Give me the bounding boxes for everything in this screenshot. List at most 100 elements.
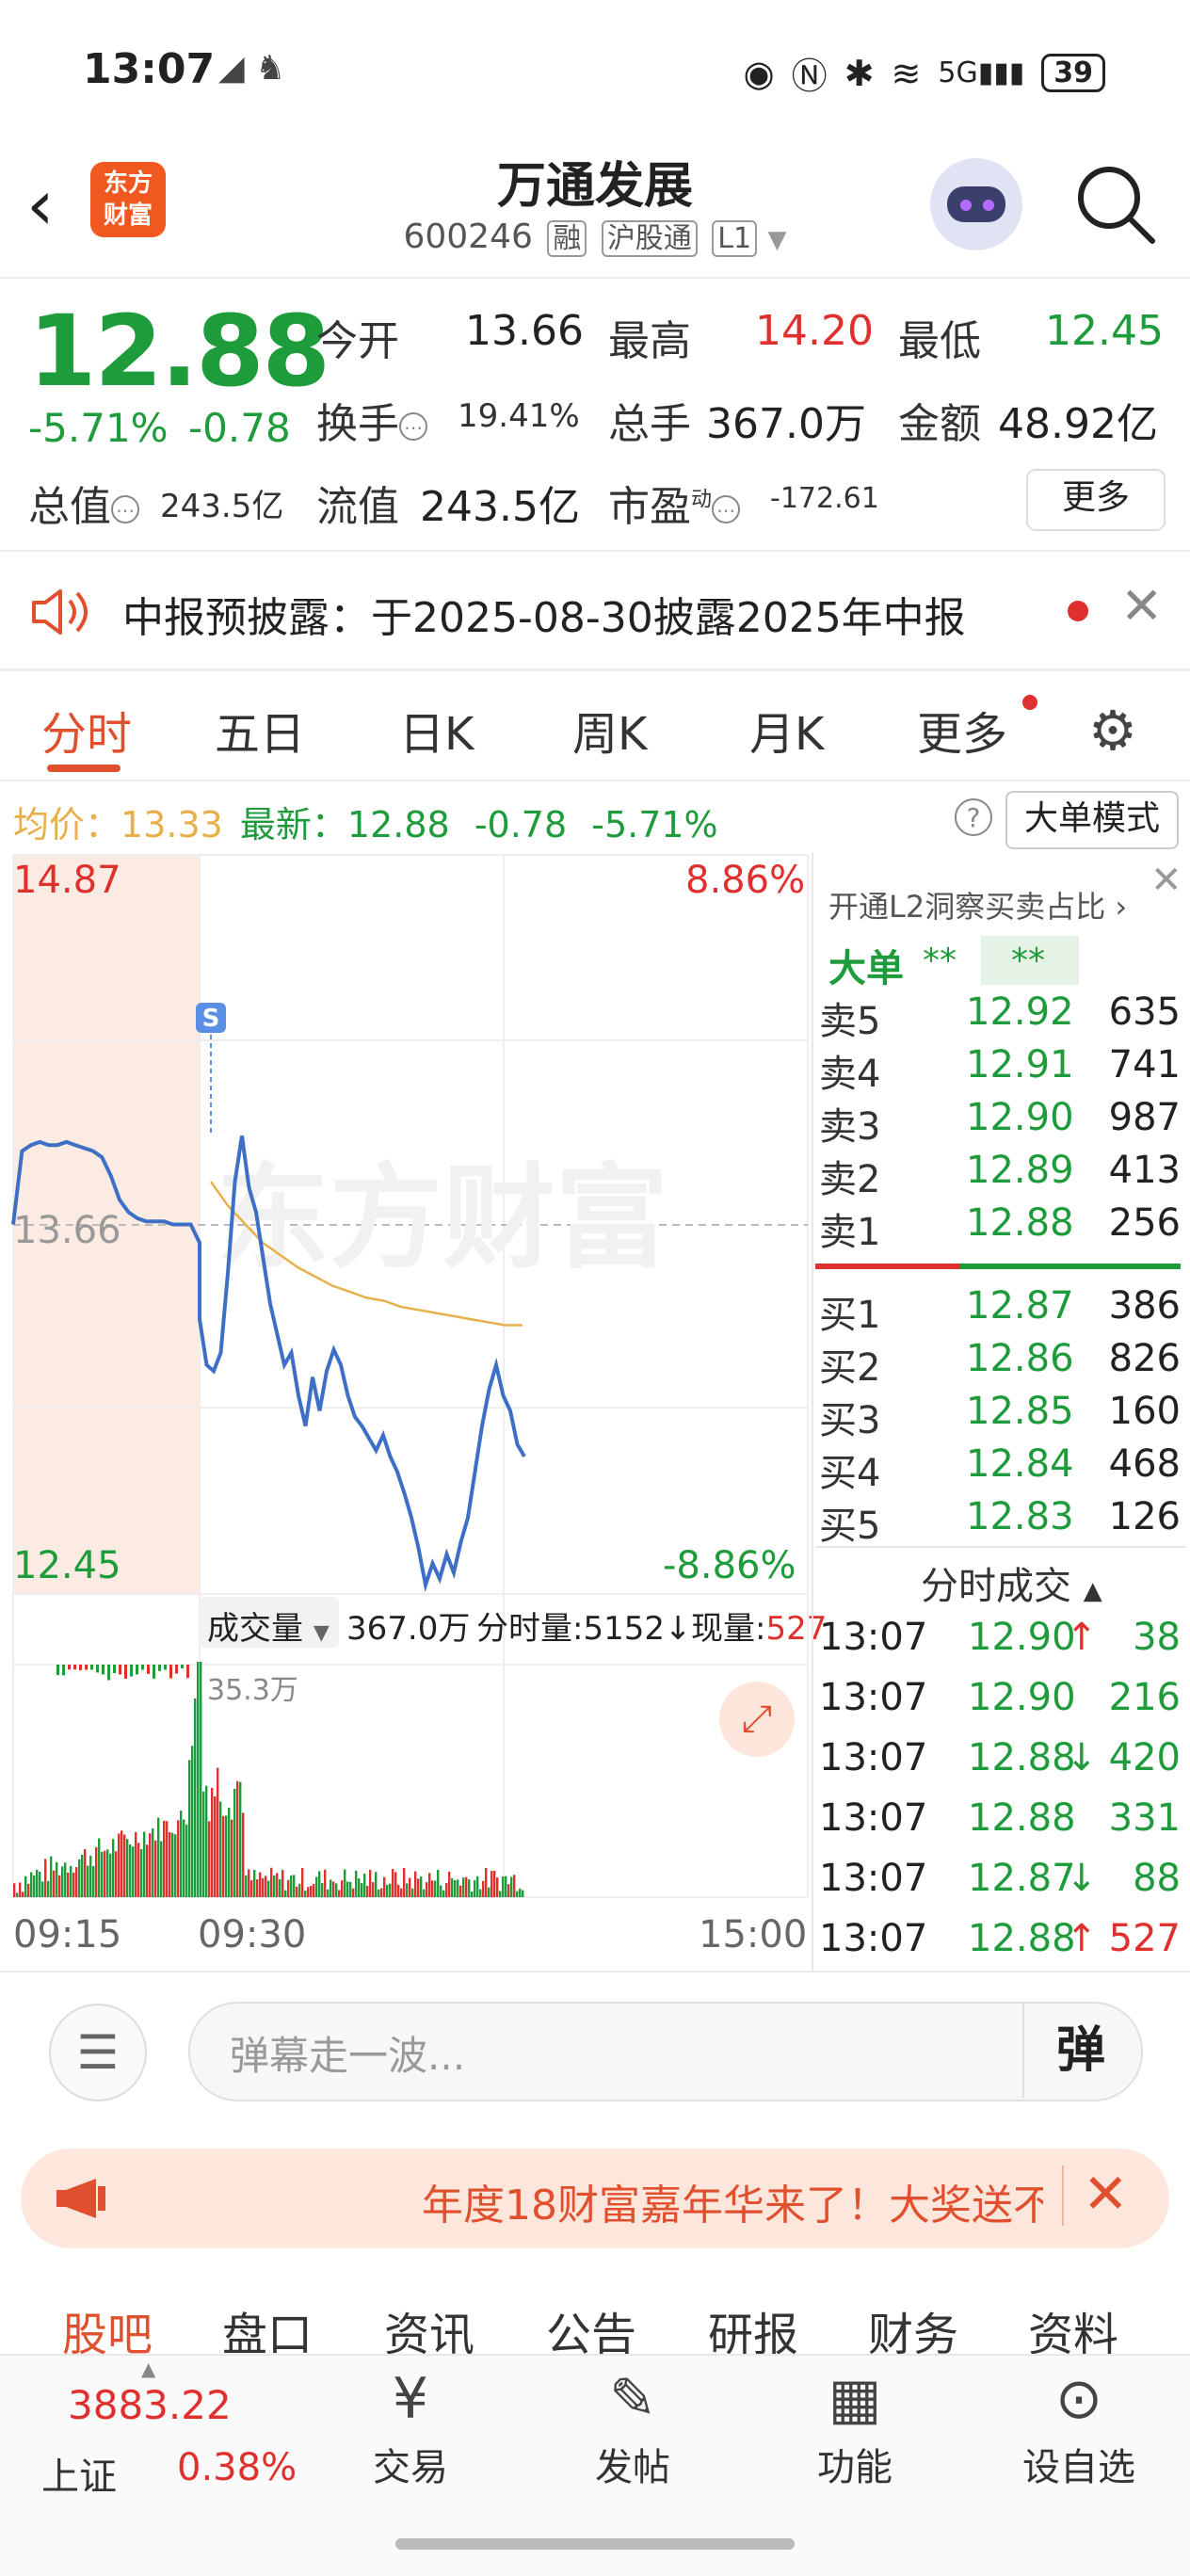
- mktcap-label[interactable]: 总值 ⋯: [28, 473, 139, 533]
- bid-row[interactable]: 买1 12.87 386: [819, 1284, 1186, 1337]
- volume-bar: [147, 1665, 150, 1674]
- volume-bar: [225, 1815, 228, 1897]
- intraday-chart[interactable]: 东方财富 S: [0, 852, 812, 1977]
- volume-bar: [471, 1891, 474, 1897]
- search-icon[interactable]: [1073, 162, 1158, 247]
- bid-price: 12.86: [966, 1337, 1074, 1380]
- ask-row[interactable]: 卖5 12.92 635: [819, 990, 1186, 1043]
- nav-functions[interactable]: ▦ 功能: [780, 2361, 930, 2491]
- bid-row[interactable]: 买5 12.83 126: [819, 1495, 1186, 1548]
- volume-bar: [109, 1853, 112, 1897]
- volume-bar: [22, 1892, 24, 1897]
- more-stats-button[interactable]: 更多: [1026, 469, 1166, 531]
- bluetooth-icon: ✱: [844, 52, 875, 94]
- y-top-label: 14.87: [13, 859, 121, 902]
- promo-text[interactable]: 年度18财富嘉年华来了！大奖送不: [422, 2171, 1043, 2231]
- ticks-header[interactable]: 分时成交 ▲: [921, 1555, 1102, 1610]
- index-pct[interactable]: 0.38%: [177, 2446, 297, 2489]
- volume-bar: [394, 1872, 397, 1897]
- comment-list-icon[interactable]: ☰: [49, 2004, 147, 2101]
- volume-bar: [180, 1811, 183, 1897]
- l2-promo[interactable]: 开通L2洞察买卖占比 ›: [828, 883, 1127, 926]
- volume-bar: [454, 1879, 457, 1897]
- volume-bar: [479, 1889, 482, 1897]
- gear-icon[interactable]: ⚙: [1088, 699, 1137, 763]
- close-icon[interactable]: ✕: [1120, 576, 1163, 636]
- volume-bar: [171, 1832, 174, 1897]
- nav-add-watchlist[interactable]: ⊙ 设自选: [1004, 2361, 1154, 2491]
- danmaku-button[interactable]: 弹: [1022, 2004, 1137, 2098]
- close-icon[interactable]: ✕: [1150, 859, 1182, 902]
- low-label: 最低: [898, 317, 981, 365]
- turnover-label[interactable]: 换手 ⋯: [316, 390, 427, 450]
- volume-bar: [256, 1879, 259, 1897]
- index-value[interactable]: 3883.22: [68, 2382, 232, 2428]
- tab-intraday[interactable]: 分时: [41, 697, 132, 763]
- unread-dot: [1068, 601, 1088, 621]
- volume-bar: [414, 1871, 417, 1897]
- pe-label[interactable]: 市盈动 ⋯: [608, 473, 741, 533]
- tab-daily[interactable]: 日K: [399, 697, 474, 763]
- big-order-mode-button[interactable]: 大单模式: [1005, 791, 1179, 849]
- current-price: 12.88: [28, 294, 330, 409]
- volume-bar: [267, 1880, 270, 1897]
- bid-price: 12.87: [966, 1284, 1074, 1328]
- volume-bar: [53, 1870, 56, 1897]
- sell-ratio-bar: [815, 1264, 960, 1269]
- tick-row[interactable]: 13:07 12.90 216: [819, 1676, 1186, 1729]
- bid-row[interactable]: 买3 12.85 160: [819, 1390, 1186, 1442]
- tick-row[interactable]: 13:07 12.90 ↑ 38: [819, 1616, 1186, 1668]
- notice-text[interactable]: 中报预披露：于2025-08-30披露2025年中报: [122, 584, 966, 644]
- volume-bar: [106, 1849, 109, 1897]
- volume-bar: [137, 1843, 140, 1897]
- volume-bar: [442, 1890, 445, 1897]
- divider: [0, 2354, 1190, 2356]
- tab-monthly[interactable]: 月K: [749, 697, 824, 763]
- volume-bar: [307, 1887, 310, 1897]
- volume-bar: [457, 1879, 459, 1897]
- ask-row[interactable]: 卖2 12.89 413: [819, 1149, 1186, 1201]
- volume-bar: [233, 1788, 236, 1897]
- volume-bar: [507, 1884, 510, 1897]
- tab-weekly[interactable]: 周K: [572, 697, 647, 763]
- assistant-avatar[interactable]: [930, 158, 1022, 250]
- ask-row[interactable]: 卖1 12.88 256: [819, 1201, 1186, 1254]
- tick-price: 12.88: [968, 1917, 1076, 1960]
- volume-bar: [219, 1801, 222, 1897]
- volume-bar: [56, 1665, 59, 1675]
- volume-bar: [79, 1665, 82, 1671]
- volume-bar: [197, 1662, 200, 1897]
- volume-bar: [437, 1869, 440, 1897]
- volume-bar: [98, 1838, 101, 1897]
- volume-bar: [85, 1665, 88, 1670]
- open-value: 13.66: [465, 307, 584, 355]
- volume-bar: [24, 1876, 27, 1897]
- close-icon[interactable]: ✕: [1083, 2162, 1129, 2226]
- nav-trade[interactable]: ¥ 交易: [335, 2361, 486, 2491]
- expand-icon[interactable]: ⤢: [719, 1682, 795, 1757]
- bid-row[interactable]: 买4 12.84 468: [819, 1442, 1186, 1495]
- tick-row[interactable]: 13:07 12.88 ↑ 527: [819, 1917, 1186, 1970]
- nav-post[interactable]: ✎ 发帖: [557, 2361, 708, 2491]
- nav-trade-label: 交易: [373, 2446, 448, 2489]
- ask-price: 12.90: [966, 1096, 1074, 1139]
- tick-row[interactable]: 13:07 12.88 331: [819, 1796, 1186, 1849]
- volume-bar: [287, 1879, 290, 1897]
- ask-price: 12.91: [966, 1043, 1074, 1087]
- divider: [0, 780, 1190, 781]
- tick-row[interactable]: 13:07 12.87 ↓ 88: [819, 1857, 1186, 1909]
- ask-row[interactable]: 卖3 12.90 987: [819, 1096, 1186, 1149]
- volume-bar: [411, 1888, 414, 1897]
- volume-bar: [392, 1869, 394, 1897]
- tick-row[interactable]: 13:07 12.88 ↓ 420: [819, 1736, 1186, 1789]
- bid-row[interactable]: 买2 12.86 826: [819, 1337, 1186, 1390]
- ask-row[interactable]: 卖4 12.91 741: [819, 1043, 1186, 1096]
- chevron-down-icon: ▼: [767, 226, 787, 254]
- tab-5day[interactable]: 五日: [215, 697, 305, 763]
- help-icon[interactable]: ?: [955, 798, 992, 836]
- tab-more[interactable]: 更多: [917, 697, 1007, 763]
- ask-label: 卖5: [819, 1000, 881, 1043]
- index-name[interactable]: 上证: [41, 2446, 117, 2501]
- info-icon: ⋯: [399, 412, 427, 441]
- volume-bar: [431, 1880, 434, 1897]
